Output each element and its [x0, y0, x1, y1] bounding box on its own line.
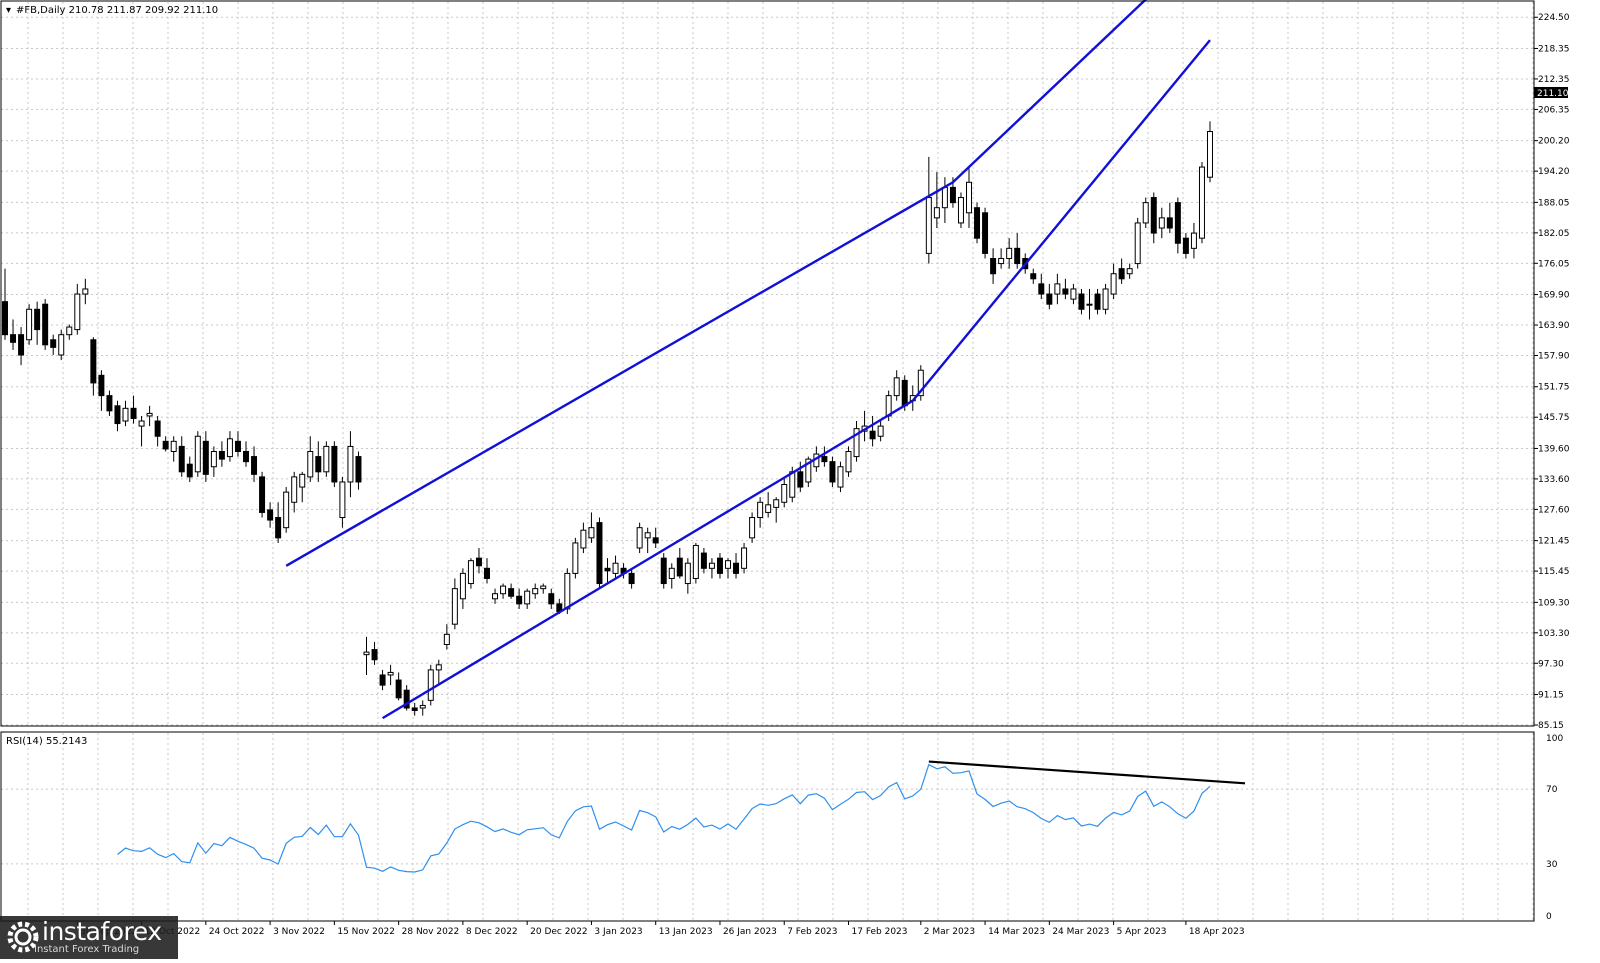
rsi-tick-label: 30 — [1546, 860, 1558, 870]
date-tick-label: 7 Feb 2023 — [787, 927, 837, 937]
date-tick-label: 8 Dec 2022 — [466, 927, 518, 937]
watermark-name: instaforex — [42, 917, 162, 946]
price-tick-label: 206.35 — [1538, 105, 1570, 115]
price-tick-label: 218.35 — [1538, 44, 1570, 54]
candle — [283, 487, 290, 533]
price-tick-label: 194.20 — [1538, 167, 1570, 177]
date-tick-label: 2 Mar 2023 — [924, 927, 975, 937]
chart-svg: 224.50 218.35 212.35 206.35 200.20 194.20 188.… — [0, 0, 1600, 959]
watermark-logo: instaforex Instant Forex Trading — [0, 916, 178, 959]
date-tick-label: 15 Nov 2022 — [337, 927, 395, 937]
price-tick-label: 145.75 — [1538, 413, 1570, 423]
price-tick-label: 121.45 — [1538, 537, 1570, 547]
candle — [974, 202, 981, 244]
price-tick-label: 163.90 — [1538, 321, 1570, 331]
symbol-header: #FB,Daily 210.78 211.87 209.92 211.10 — [16, 5, 218, 16]
date-tick-label: 28 Nov 2022 — [402, 927, 460, 937]
candle — [42, 299, 49, 350]
date-tick-label: 5 Apr 2023 — [1117, 927, 1167, 937]
candle — [26, 304, 33, 345]
price-tick-label: 151.75 — [1538, 383, 1570, 393]
price-tick-label: 127.60 — [1538, 505, 1570, 515]
price-tick-label: 109.30 — [1538, 598, 1570, 608]
price-tick-label: 212.35 — [1538, 75, 1570, 85]
rsi-tick-label: 100 — [1546, 734, 1563, 744]
candle — [692, 542, 699, 584]
price-tick-label: 103.30 — [1538, 629, 1570, 639]
candle — [982, 207, 989, 259]
candle — [917, 365, 924, 401]
date-tick-label: 24 Mar 2023 — [1052, 927, 1109, 937]
candle — [331, 441, 338, 488]
candle — [660, 553, 667, 589]
price-tick-label: 188.05 — [1538, 198, 1570, 208]
price-tick-label: 139.60 — [1538, 444, 1570, 454]
price-tick-label: 91.15 — [1538, 691, 1564, 701]
watermark-tagline: Instant Forex Trading — [34, 944, 140, 955]
price-tick-label: 133.60 — [1538, 475, 1570, 485]
price-tick-label: 115.45 — [1538, 567, 1570, 577]
date-tick-label: 24 Oct 2022 — [209, 927, 265, 937]
date-tick-label: 18 Apr 2023 — [1189, 927, 1245, 937]
price-tick-label: 85.15 — [1538, 721, 1564, 731]
price-tick-label: 157.90 — [1538, 352, 1570, 362]
candle — [957, 192, 964, 229]
candle — [427, 664, 434, 706]
date-tick-label: 26 Jan 2023 — [723, 927, 777, 937]
candle — [1134, 217, 1141, 269]
header-dropdown-icon[interactable]: ▾ — [6, 5, 11, 16]
price-tick-label: 97.30 — [1538, 659, 1564, 669]
rsi-tick-label: 70 — [1546, 785, 1558, 795]
price-tick-label: 182.05 — [1538, 229, 1570, 239]
candle — [259, 471, 266, 518]
current-price-label: 211.10 — [1537, 89, 1569, 99]
price-tick-label: 224.50 — [1538, 13, 1570, 23]
price-tick-label: 169.90 — [1538, 291, 1570, 301]
candle — [1198, 161, 1205, 244]
date-tick-label: 3 Jan 2023 — [594, 927, 642, 937]
date-tick-label: 3 Nov 2022 — [273, 927, 325, 937]
price-tick-label: 200.20 — [1538, 137, 1570, 147]
date-tick-label: 17 Feb 2023 — [852, 927, 908, 937]
date-tick-label: 20 Dec 2022 — [530, 927, 588, 937]
rsi-header: RSI(14) 55.2143 — [6, 736, 87, 747]
rsi-tick-label: 0 — [1546, 912, 1552, 922]
candle — [323, 441, 330, 477]
candle — [572, 537, 579, 579]
date-tick-label: 13 Jan 2023 — [659, 927, 713, 937]
candle — [596, 517, 603, 589]
chart-window: 224.50 218.35 212.35 206.35 200.20 194.20 188.… — [0, 0, 1600, 959]
date-tick-label: 14 Mar 2023 — [988, 927, 1045, 937]
price-tick-label: 176.05 — [1538, 259, 1570, 269]
candle — [194, 431, 201, 477]
